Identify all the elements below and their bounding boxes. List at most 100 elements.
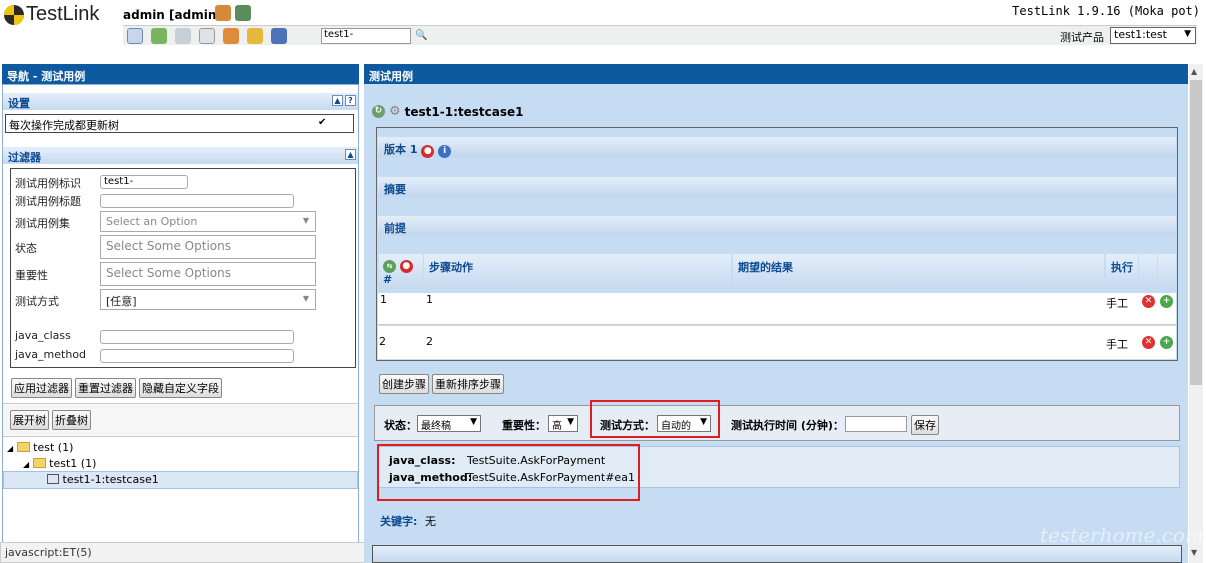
refresh-tree-label: 每次操作完成都更新树 <box>9 119 119 132</box>
next-section-bar <box>372 545 1182 563</box>
step-number: 1 <box>380 293 387 306</box>
refresh-tree-checkbox[interactable]: ✔ <box>318 117 329 128</box>
collapse-icon[interactable]: ▲ <box>332 95 343 106</box>
users-icon[interactable] <box>223 28 239 44</box>
chevron-down-icon: ▼ <box>302 294 309 303</box>
step-mode: 手工 <box>1106 338 1128 351</box>
filters-label: 过滤器 <box>8 151 41 164</box>
tree-node-testcase[interactable]: test1-1:testcase1 <box>47 473 159 486</box>
java-method-label: java_method <box>15 348 87 361</box>
importance-select-value: 高 <box>552 421 562 432</box>
product-select[interactable]: test1:test ▼ <box>1110 27 1196 44</box>
expand-tree-button[interactable]: 展开树 <box>10 410 49 430</box>
highlight-exec-type <box>590 400 720 438</box>
folder-icon <box>32 458 46 468</box>
info-icon[interactable]: i <box>438 145 452 158</box>
gear-icon[interactable]: ⚙ <box>389 104 401 119</box>
status-label: 状态： <box>384 419 417 432</box>
logout-icon[interactable] <box>235 5 251 21</box>
scroll-thumb[interactable] <box>1190 80 1202 385</box>
step-action: 2 <box>426 335 433 348</box>
version-label: 版本 1 <box>384 143 418 156</box>
tc-title-label: 测试用例标题 <box>15 195 81 208</box>
right-panel-title: 测试用例 <box>364 64 1188 84</box>
settings-header[interactable]: 设置 ▲ ? <box>3 93 358 110</box>
vertical-scrollbar[interactable]: ▲ ▼ <box>1189 64 1203 563</box>
product-select-value: test1:test <box>1114 28 1167 41</box>
col-action-header <box>1139 254 1157 289</box>
tree-node-root[interactable]: ◢ test (1) <box>7 441 73 454</box>
chevron-down-icon: ▼ <box>470 417 477 427</box>
app-name: TestLink <box>26 3 100 25</box>
tree-node-suite[interactable]: ◢ test1 (1) <box>23 457 96 470</box>
ghost-icon[interactable]: ● <box>421 145 435 158</box>
folder-icon <box>16 442 30 452</box>
tree-node-testcase-label: test1-1:testcase1 <box>62 473 159 486</box>
test-plan-icon[interactable] <box>199 28 215 44</box>
status-select[interactable]: 最终稿 ▼ <box>417 415 481 432</box>
create-step-button[interactable]: 创建步骤 <box>379 374 429 394</box>
home-icon[interactable] <box>127 28 143 44</box>
importance-label: 重要性： <box>502 419 546 432</box>
java-class-label: java_class <box>15 329 71 342</box>
navigation-panel: 设置 ▲ ? 每次操作完成都更新树 ✔ 过滤器 ▲ 测试用例标识 test1- … <box>2 84 359 544</box>
col-number-label: # <box>383 273 393 286</box>
reports-icon[interactable] <box>271 28 287 44</box>
personal-settings-icon[interactable] <box>215 5 231 21</box>
importance-multiselect[interactable]: Select Some Options <box>100 262 316 286</box>
importance-placeholder: Select Some Options <box>106 266 231 280</box>
chevron-down-icon: ▼ <box>302 216 309 225</box>
col-action2-header <box>1158 254 1176 289</box>
export-icon[interactable]: ⇆ <box>383 260 396 273</box>
logo-icon <box>4 4 24 25</box>
search-icon[interactable]: 🔍 <box>415 30 427 41</box>
filters-header[interactable]: 过滤器 ▲ <box>3 147 358 164</box>
tree-node-suite-label: test1 (1) <box>49 457 97 470</box>
status-label: 状态 <box>15 242 37 255</box>
apply-filter-button[interactable]: 应用过滤器 <box>11 378 72 398</box>
tc-id-input[interactable]: test1- <box>100 175 188 189</box>
suite-select[interactable]: Select an Option ▼ <box>100 211 316 232</box>
save-button[interactable]: 保存 <box>911 415 939 435</box>
col-number-header: ⇆ ● # <box>379 254 423 289</box>
suite-placeholder: Select an Option <box>106 215 198 228</box>
reorder-steps-button[interactable]: 重新排序步骤 <box>432 374 504 394</box>
add-step-icon[interactable]: + <box>1160 295 1173 308</box>
collapse-tree-button[interactable]: 折叠树 <box>52 410 91 430</box>
test-spec-icon[interactable] <box>175 28 191 44</box>
java-class-input[interactable] <box>100 330 294 344</box>
expand-arrow-icon: ◢ <box>7 444 14 453</box>
highlight-custom-fields <box>377 444 640 501</box>
step-row[interactable]: 2 2 手工 ✕ + <box>378 326 1176 359</box>
java-method-input[interactable] <box>100 349 294 363</box>
duration-input[interactable] <box>845 416 907 432</box>
requirements-icon[interactable] <box>151 28 167 44</box>
collapse-icon[interactable]: ▲ <box>345 149 356 160</box>
settings-label: 设置 <box>8 97 30 110</box>
scroll-up-icon[interactable]: ▲ <box>1191 67 1197 76</box>
keywords-label: 关键字: <box>380 515 418 528</box>
execute-icon[interactable] <box>247 28 263 44</box>
exec-type-select[interactable]: [任意] ▼ <box>100 289 316 310</box>
tc-title-input[interactable] <box>100 194 294 208</box>
status-placeholder: Select Some Options <box>106 239 231 253</box>
delete-step-icon[interactable]: ✕ <box>1142 295 1155 308</box>
ghost-icon[interactable]: ● <box>399 260 413 273</box>
main-toolbar: test1- 🔍 <box>123 25 1197 45</box>
refresh-icon[interactable]: ↻ <box>372 105 385 118</box>
scroll-down-icon[interactable]: ▼ <box>1191 548 1197 557</box>
app-logo[interactable]: TestLink <box>4 3 99 26</box>
reset-filter-button[interactable]: 重置过滤器 <box>75 378 136 398</box>
col-exec-header: 执行 <box>1106 254 1138 289</box>
version-label: TestLink 1.9.16 (Moka pot) <box>1012 4 1200 18</box>
help-icon[interactable]: ? <box>345 95 356 106</box>
hide-custom-fields-button[interactable]: 隐藏自定义字段 <box>139 378 222 398</box>
importance-select[interactable]: 高 ▼ <box>548 415 578 432</box>
add-step-icon[interactable]: + <box>1160 336 1173 349</box>
user-name: admin [admin] <box>123 8 222 22</box>
chevron-down-icon: ▼ <box>1184 29 1191 39</box>
testcase-search-input[interactable]: test1- <box>321 28 411 44</box>
step-row[interactable]: 1 1 手工 ✕ + <box>378 293 1176 325</box>
status-multiselect[interactable]: Select Some Options <box>100 235 316 259</box>
delete-step-icon[interactable]: ✕ <box>1142 336 1155 349</box>
